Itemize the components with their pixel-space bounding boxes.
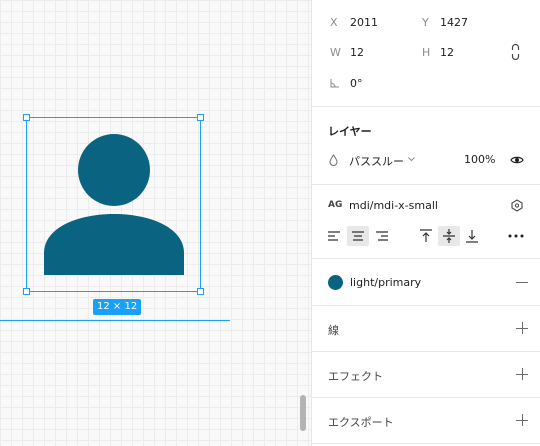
- export-section: エクスポート: [312, 398, 540, 444]
- blend-mode-dropdown[interactable]: パススルー: [349, 153, 404, 169]
- align-bottom-icon: [466, 230, 478, 243]
- fill-style-name[interactable]: light/primary: [350, 276, 421, 289]
- align-bottom-button[interactable]: [461, 226, 483, 246]
- resize-handle-top-left[interactable]: [23, 114, 30, 121]
- height-field[interactable]: 12: [440, 46, 454, 59]
- stroke-title: 線: [328, 324, 339, 337]
- effects-title: エフェクト: [328, 370, 383, 383]
- align-top-button[interactable]: [415, 226, 437, 246]
- resize-handle-bottom-left[interactable]: [23, 288, 30, 295]
- component-section: AG mdi/mdi-x-small: [312, 185, 540, 259]
- align-middle-icon: [443, 229, 455, 243]
- align-left-icon: [328, 231, 340, 241]
- resize-handle-top-right[interactable]: [197, 114, 204, 121]
- rotation-field[interactable]: 0°: [350, 77, 363, 90]
- component-instance-icon[interactable]: [511, 199, 523, 212]
- align-top-icon: [420, 229, 432, 242]
- component-name[interactable]: mdi/mdi-x-small: [349, 199, 438, 212]
- frame-guide-line: [0, 320, 230, 321]
- h-label: H: [422, 46, 431, 59]
- opacity-field[interactable]: 100%: [464, 153, 495, 166]
- align-center-icon: [352, 231, 364, 241]
- y-field[interactable]: 1427: [440, 16, 468, 29]
- eye-icon[interactable]: [510, 155, 524, 165]
- y-label: Y: [422, 16, 429, 29]
- align-middle-button[interactable]: [438, 226, 460, 246]
- add-effect-icon[interactable]: [516, 368, 528, 380]
- fill-color-swatch[interactable]: [328, 275, 343, 290]
- transform-section: X 2011 Y 1427 W 12 H 12 0°: [312, 0, 540, 107]
- stroke-section: 線: [312, 306, 540, 352]
- align-center-button[interactable]: [347, 226, 369, 246]
- layer-section: レイヤー パススルー 100%: [312, 107, 540, 185]
- size-badge: 12 × 12: [93, 299, 142, 315]
- align-right-icon: [376, 231, 388, 241]
- add-export-icon[interactable]: [516, 414, 528, 426]
- account-icon: [44, 134, 184, 275]
- effects-section: エフェクト: [312, 352, 540, 398]
- remove-fill-icon[interactable]: [516, 276, 528, 288]
- x-field[interactable]: 2011: [350, 16, 378, 29]
- export-title: エクスポート: [328, 416, 394, 429]
- rotation-icon: [330, 79, 339, 88]
- constrain-proportions-icon[interactable]: [511, 44, 520, 60]
- selected-icon-frame[interactable]: [23, 114, 204, 295]
- text-style-icon: AG: [328, 200, 343, 210]
- fill-section: light/primary: [312, 259, 540, 306]
- align-right-button[interactable]: [371, 226, 393, 246]
- w-label: W: [330, 46, 341, 59]
- x-label: X: [330, 16, 338, 29]
- width-field[interactable]: 12: [350, 46, 364, 59]
- chevron-down-icon[interactable]: [408, 157, 415, 162]
- resize-handle-bottom-right[interactable]: [197, 288, 204, 295]
- vertical-scrollbar[interactable]: [300, 395, 306, 431]
- design-canvas[interactable]: 12 × 12: [0, 0, 311, 446]
- add-stroke-icon[interactable]: [516, 322, 528, 334]
- more-options-icon[interactable]: [508, 234, 524, 238]
- align-left-button[interactable]: [323, 226, 345, 246]
- layer-title: レイヤー: [328, 125, 372, 138]
- properties-panel: X 2011 Y 1427 W 12 H 12 0° レイヤー パススルー 10…: [311, 0, 540, 446]
- blend-drop-icon: [329, 154, 338, 166]
